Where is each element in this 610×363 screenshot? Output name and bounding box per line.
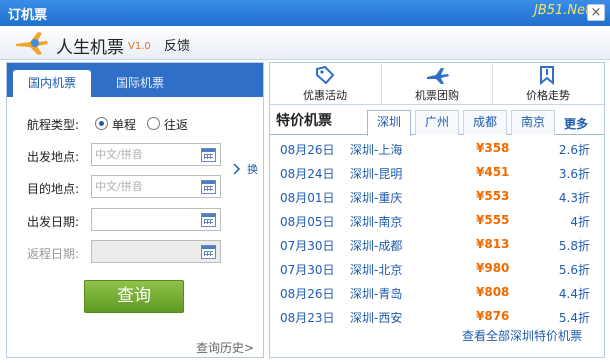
fare-row[interactable]: 08月26日 深圳-上海 ¥358 2.6折 <box>270 137 604 161</box>
fare-route: 深圳-昆明 <box>350 167 403 181</box>
tag-icon <box>316 65 335 85</box>
fare-discount: 2.6折 <box>558 143 590 157</box>
fare-route: 深圳-北京 <box>350 263 403 277</box>
query-button[interactable]: 查询 <box>84 280 184 313</box>
fare-discount: 4.3折 <box>558 191 590 205</box>
fare-row[interactable]: 08月26日 深圳-青岛 ¥808 4.4折 <box>270 281 604 305</box>
one-way-label[interactable]: 单程 <box>112 116 136 133</box>
fare-date: 08月23日 <box>280 311 335 325</box>
fare-discount: 4.4折 <box>558 287 590 301</box>
fare-date: 08月26日 <box>280 287 335 301</box>
fare-discount: 4折 <box>570 215 590 229</box>
fare-route: 深圳-成都 <box>350 239 403 253</box>
depart-date-input[interactable] <box>95 212 195 227</box>
city-tab-nanjing[interactable]: 南京 <box>511 110 555 135</box>
fare-date: 07月30日 <box>280 263 335 277</box>
specials-header: 特价机票 深圳 广州 成都 南京 更多 <box>270 105 604 136</box>
swap-link[interactable]: 换 <box>247 161 258 177</box>
destination-field[interactable] <box>91 175 221 198</box>
specials-title: 特价机票 <box>276 113 332 129</box>
calendar-icon[interactable] <box>201 148 216 162</box>
fare-discount: 5.6折 <box>558 263 590 277</box>
fare-discount: 5.4折 <box>558 311 590 325</box>
fare-date: 08月01日 <box>280 191 335 205</box>
fare-price: ¥813 <box>476 237 510 251</box>
group-buy-label: 机票团购 <box>415 89 459 102</box>
fare-price: ¥555 <box>476 213 510 227</box>
promotions-label: 优惠活动 <box>303 89 347 102</box>
fare-date: 08月24日 <box>280 167 335 181</box>
return-date-label: 返程日期: <box>27 247 80 261</box>
fare-price: ¥358 <box>476 141 510 155</box>
round-trip-label[interactable]: 往返 <box>164 116 188 133</box>
depart-date-label: 出发日期: <box>27 215 80 229</box>
specials-panel: 优惠活动 机票团购 价格走势 特价机票 深圳 广州 成都 南京 更多 08月26… <box>269 62 605 358</box>
fare-route: 深圳-重庆 <box>350 191 403 205</box>
fare-discount: 3.6折 <box>558 167 590 181</box>
search-panel: 国内机票 国际机票 航程类型: 单程 往返 出发地点: 换 目的地点: 出发日期… <box>6 62 264 358</box>
airplane-icon <box>427 68 449 84</box>
bookmark-icon <box>540 66 554 85</box>
watermark: JB51.Net <box>534 3 591 18</box>
fare-row[interactable]: 07月30日 深圳-北京 ¥980 5.6折 <box>270 257 604 281</box>
fare-price: ¥980 <box>476 261 510 275</box>
departure-input[interactable] <box>95 147 195 162</box>
calendar-icon[interactable] <box>201 180 216 194</box>
view-all-link[interactable]: 查看全部深圳特价机票 <box>462 327 582 344</box>
fare-row[interactable]: 08月24日 深圳-昆明 ¥451 3.6折 <box>270 161 604 185</box>
return-date-field <box>91 240 221 263</box>
calendar-icon[interactable] <box>201 213 216 227</box>
fare-price: ¥808 <box>476 285 510 299</box>
group-buy-button[interactable]: 机票团购 <box>381 63 491 105</box>
departure-label: 出发地点: <box>27 150 80 164</box>
price-trend-label: 价格走势 <box>526 89 570 102</box>
title-bar: 订机票 JB51.Net × <box>0 0 610 26</box>
fare-price: ¥876 <box>476 309 510 323</box>
app-name: 人生机票 <box>56 38 124 58</box>
fare-date: 08月05日 <box>280 215 335 229</box>
price-trend-button[interactable]: 价格走势 <box>492 63 602 105</box>
fare-row[interactable]: 07月30日 深圳-成都 ¥813 5.8折 <box>270 233 604 257</box>
feedback-link[interactable]: 反馈 <box>164 35 190 54</box>
destination-label: 目的地点: <box>27 182 80 196</box>
more-link[interactable]: 更多 <box>564 115 588 132</box>
close-button[interactable]: × <box>587 4 605 21</box>
swap-icon[interactable] <box>233 161 245 179</box>
app-version: V1.0 <box>128 41 151 52</box>
city-tab-guangzhou[interactable]: 广州 <box>415 110 459 135</box>
search-tabs: 国内机票 国际机票 <box>7 63 263 97</box>
airplane-logo-icon <box>16 32 48 55</box>
toolbar: 优惠活动 机票团购 价格走势 <box>270 63 604 105</box>
fare-row[interactable]: 08月23日 深圳-西安 ¥876 5.4折 <box>270 305 604 329</box>
departure-field[interactable] <box>91 143 221 166</box>
fare-route: 深圳-西安 <box>350 311 403 325</box>
query-history-link[interactable]: 查询历史> <box>196 339 254 356</box>
calendar-icon <box>201 245 216 259</box>
fare-price: ¥451 <box>476 165 510 179</box>
window-title: 订机票 <box>8 8 48 23</box>
tab-international[interactable]: 国际机票 <box>95 70 185 97</box>
fare-row[interactable]: 08月05日 深圳-南京 ¥555 4折 <box>270 209 604 233</box>
fare-route: 深圳-上海 <box>350 143 403 157</box>
fare-discount: 5.8折 <box>558 239 590 253</box>
promotions-button[interactable]: 优惠活动 <box>270 63 380 105</box>
fare-date: 07月30日 <box>280 239 335 253</box>
fare-row[interactable]: 08月01日 深圳-重庆 ¥553 4.3折 <box>270 185 604 209</box>
tab-domestic[interactable]: 国内机票 <box>13 70 91 97</box>
return-date-input <box>95 244 195 259</box>
fare-price: ¥553 <box>476 189 510 203</box>
fare-date: 08月26日 <box>280 143 335 157</box>
trip-type-label: 航程类型: <box>27 118 80 132</box>
fare-route: 深圳-青岛 <box>350 287 403 301</box>
fare-route: 深圳-南京 <box>350 215 403 229</box>
round-trip-radio[interactable] <box>147 117 160 130</box>
city-tab-chengdu[interactable]: 成都 <box>463 110 507 135</box>
destination-input[interactable] <box>95 179 195 194</box>
city-tab-shenzhen[interactable]: 深圳 <box>367 110 411 136</box>
depart-date-field[interactable] <box>91 208 221 231</box>
one-way-radio[interactable] <box>95 117 108 130</box>
